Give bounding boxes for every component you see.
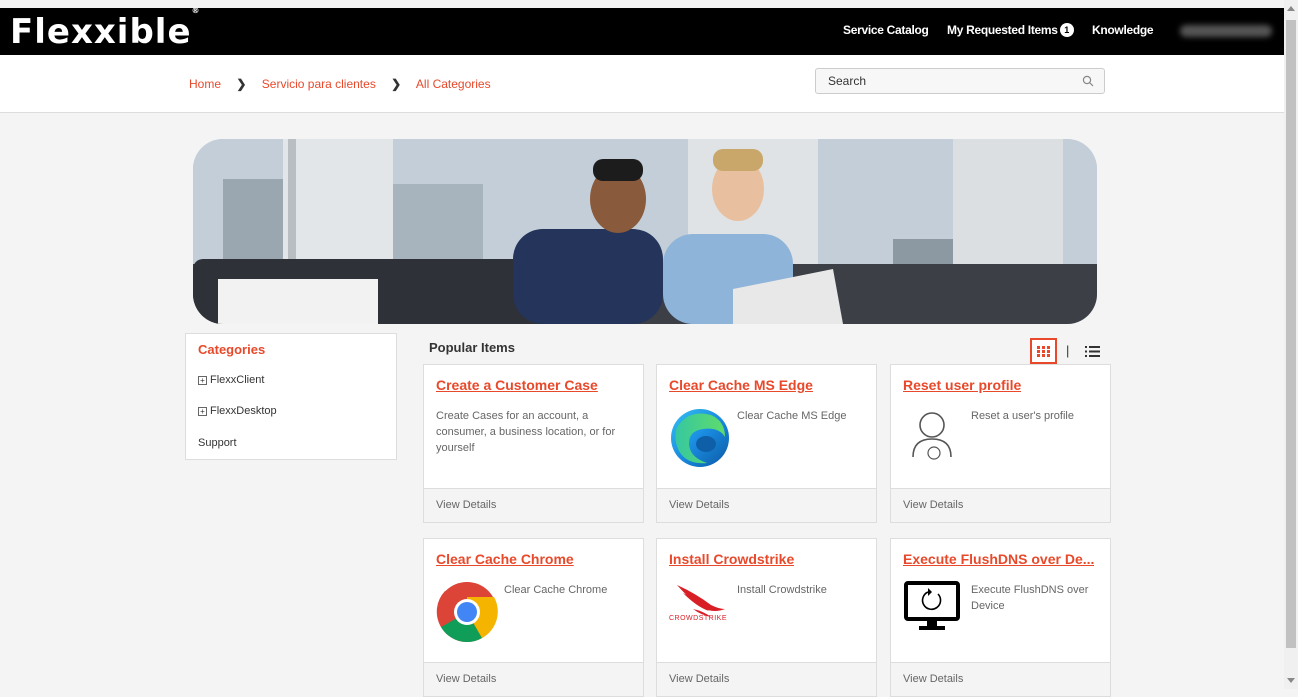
list-view-toggle[interactable] [1085,345,1100,363]
popular-items-title: Popular Items [429,340,515,355]
expand-plus-icon[interactable]: + [198,376,207,385]
chrome-icon [436,581,498,648]
card-title-link[interactable]: Clear Cache MS Edge [669,377,813,393]
catalog-item-card[interactable]: Clear Cache Chrome Clear Cache Chrome Vi… [423,538,644,697]
breadcrumb-home[interactable]: Home [189,77,221,91]
view-details-link[interactable]: View Details [891,488,1110,522]
catalog-item-card[interactable]: Clear Cache MS Edge Clear Cache MS Edge … [656,364,877,523]
categories-title: Categories [198,342,266,357]
scroll-up-arrow-icon[interactable] [1287,6,1295,11]
card-description: Install Crowdstrike [737,584,827,596]
view-details-link[interactable]: View Details [891,662,1110,696]
view-details-link[interactable]: View Details [424,662,643,696]
card-title-link[interactable]: Clear Cache Chrome [436,551,574,567]
catalog-item-card[interactable]: Reset user profile Reset a user's profil… [890,364,1111,523]
catalog-item-card[interactable]: Install Crowdstrike CROWDSTRIKE Install … [656,538,877,697]
card-description: Execute FlushDNS over Device [971,584,1089,612]
view-details-link[interactable]: View Details [657,488,876,522]
catalog-item-card[interactable]: Create a Customer Case Create Cases for … [423,364,644,523]
monitor-refresh-icon [903,581,961,638]
hero-banner-image [193,139,1097,324]
expand-plus-icon[interactable]: + [198,407,207,416]
search-icon[interactable] [1082,74,1094,92]
category-item-flexxclient[interactable]: + FlexxClient [198,374,264,386]
top-navigation-bar: Flexxible® Service Catalog My Requested … [0,6,1284,55]
view-toggle-separator: | [1066,343,1070,358]
chevron-right-icon: ❯ [236,77,247,91]
chevron-right-icon: ❯ [391,77,402,91]
breadcrumb-servicio-para-clientes[interactable]: Servicio para clientes [262,77,376,91]
card-description: Clear Cache MS Edge [737,410,847,422]
card-title-link[interactable]: Execute FlushDNS over De... [903,551,1094,567]
search-box [815,68,1105,94]
catalog-item-card[interactable]: Execute FlushDNS over De... Execute Flus… [890,538,1111,697]
breadcrumb: Home ❯ Servicio para clientes ❯ All Cate… [189,77,491,91]
card-description: Create Cases for an account, a consumer,… [436,410,616,454]
card-title-link[interactable]: Reset user profile [903,377,1021,393]
view-details-link[interactable]: View Details [657,662,876,696]
card-title-link[interactable]: Install Crowdstrike [669,551,794,567]
crowdstrike-logo-text: CROWDSTRIKE [669,615,727,622]
view-details-link[interactable]: View Details [424,488,643,522]
nav-my-requested-items[interactable]: My Requested Items 1 [947,23,1074,37]
user-profile-icon [907,409,957,466]
nav-knowledge[interactable]: Knowledge [1092,23,1154,37]
card-title-link[interactable]: Create a Customer Case [436,377,598,393]
search-input[interactable] [816,69,1066,93]
requested-count-badge: 1 [1059,23,1074,37]
breadcrumb-all-categories[interactable]: All Categories [416,77,491,91]
grid-view-toggle[interactable] [1030,338,1057,364]
category-item-flexxdesktop[interactable]: + FlexxDesktop [198,405,277,417]
page-scrollbar[interactable] [1284,0,1298,689]
list-icon [1085,346,1100,357]
grid-icon [1037,346,1050,357]
scrollbar-thumb[interactable] [1286,20,1296,648]
nav-service-catalog[interactable]: Service Catalog [843,23,929,37]
category-item-support[interactable]: Support [198,437,237,449]
edge-icon [669,407,731,474]
categories-panel: Categories + FlexxClient + FlexxDesktop Su… [185,333,397,460]
card-description: Reset a user's profile [971,410,1074,422]
crowdstrike-icon: CROWDSTRIKE [669,583,731,628]
scroll-down-arrow-icon[interactable] [1287,678,1295,683]
breadcrumb-bar: Home ❯ Servicio para clientes ❯ All Cate… [0,55,1284,113]
card-description: Clear Cache Chrome [504,584,608,596]
flexxible-logo[interactable]: Flexxible® [10,6,201,52]
user-menu-redacted[interactable] [1180,25,1272,37]
